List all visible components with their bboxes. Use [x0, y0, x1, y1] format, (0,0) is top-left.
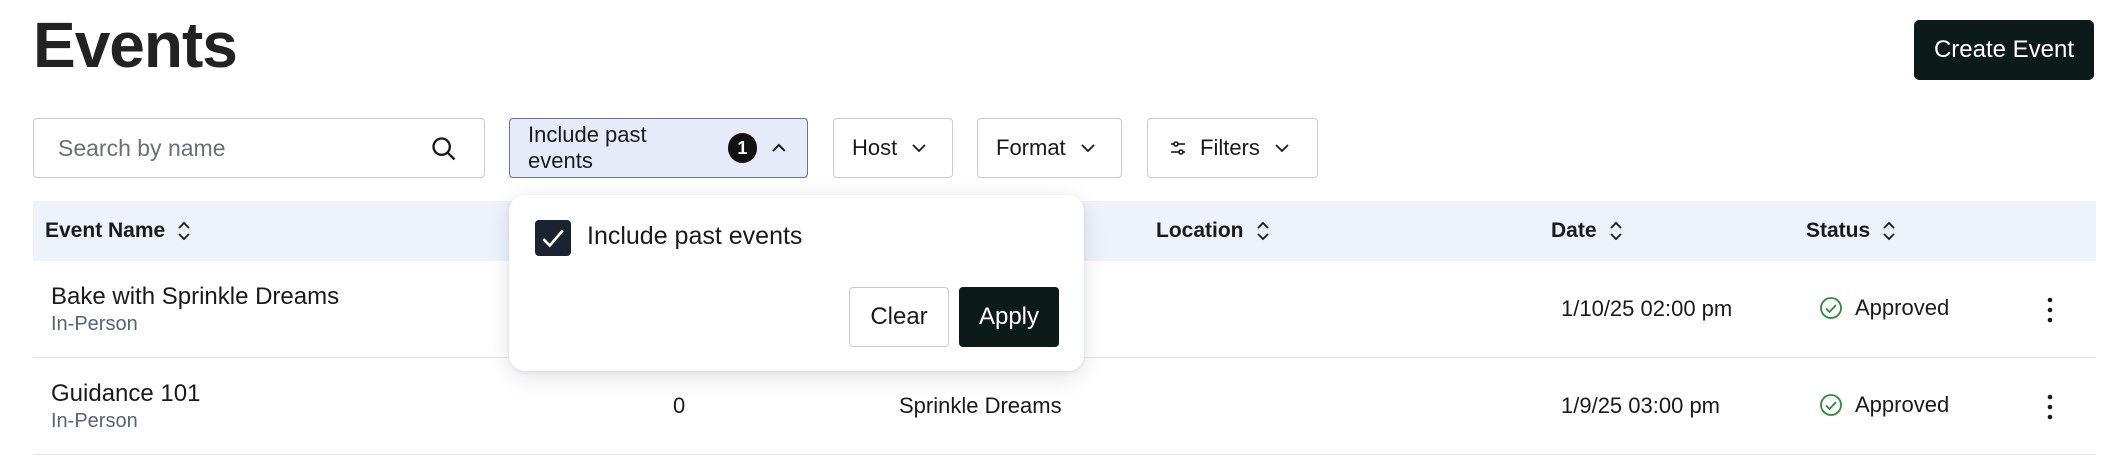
- format-filter-label: Format: [996, 135, 1066, 160]
- sort-icon[interactable]: [1882, 220, 1896, 242]
- status-badge: Approved: [1819, 295, 1949, 321]
- event-name[interactable]: Bake with Sprinkle Dreams: [51, 283, 339, 311]
- host-filter-label: Host: [852, 135, 898, 160]
- column-header-status[interactable]: Status: [1806, 201, 1896, 261]
- more-actions-icon[interactable]: [2044, 295, 2056, 325]
- table-row[interactable]: Guidance 101 In-Person 0 Sprinkle Dreams…: [33, 358, 2096, 455]
- more-filters-button[interactable]: Filters: [1147, 118, 1318, 178]
- check-circle-icon: [1820, 297, 1842, 319]
- clear-button[interactable]: Clear: [849, 287, 949, 347]
- check-circle-icon: [1820, 394, 1842, 416]
- filter-count-badge: 1: [727, 133, 758, 163]
- column-label: Location: [1156, 219, 1244, 242]
- include-past-events-checkbox[interactable]: [535, 220, 571, 256]
- event-host: Sprinkle Dreams: [899, 393, 1062, 418]
- column-label: Status: [1806, 219, 1871, 242]
- event-name-cell: Bake with Sprinkle Dreams In-Person: [51, 283, 339, 336]
- create-event-button[interactable]: Create Event: [1914, 20, 2094, 80]
- apply-button[interactable]: Apply: [959, 287, 1059, 347]
- chevron-down-icon: [1275, 144, 1289, 153]
- status-label: Approved: [1855, 392, 1950, 417]
- chevron-down-icon: [1081, 144, 1095, 153]
- sliders-icon: [1171, 141, 1185, 155]
- page-title: Events: [33, 9, 238, 81]
- search-input[interactable]: [58, 134, 418, 162]
- sort-icon[interactable]: [177, 220, 191, 242]
- sort-icon[interactable]: [1609, 220, 1623, 242]
- event-date: 1/10/25 02:00 pm: [1561, 296, 1733, 321]
- sort-icon[interactable]: [1256, 220, 1270, 242]
- format-filter[interactable]: Format: [977, 118, 1122, 178]
- status-label: Approved: [1855, 295, 1950, 320]
- event-date: 1/9/25 03:00 pm: [1561, 393, 1721, 418]
- column-label: Event Name: [45, 219, 166, 242]
- event-format: In-Person: [51, 410, 138, 432]
- column-header-location[interactable]: Location: [1156, 201, 1270, 261]
- more-actions-icon[interactable]: [2044, 392, 2056, 422]
- chevron-down-icon: [912, 144, 926, 153]
- chevron-up-icon: [772, 143, 786, 152]
- include-past-events-popover: Include past events Clear Apply: [509, 195, 1084, 371]
- more-filters-label: Filters: [1200, 135, 1260, 160]
- event-name[interactable]: Guidance 101: [51, 380, 200, 408]
- include-past-events-filter[interactable]: Include past events 1: [509, 118, 808, 178]
- host-filter[interactable]: Host: [833, 118, 953, 178]
- column-header-date[interactable]: Date: [1551, 201, 1623, 261]
- column-header-event-name[interactable]: Event Name: [45, 201, 191, 261]
- include-past-events-label: Include past events: [528, 122, 647, 173]
- column-label: Date: [1551, 219, 1597, 242]
- search-box[interactable]: [33, 118, 485, 178]
- status-badge: Approved: [1819, 392, 1949, 418]
- search-icon[interactable]: [430, 135, 458, 163]
- event-count: 0: [673, 393, 686, 418]
- event-format: In-Person: [51, 313, 138, 335]
- checkbox-label[interactable]: Include past events: [587, 222, 802, 251]
- checkmark-icon: [542, 229, 564, 248]
- event-name-cell: Guidance 101 In-Person: [51, 380, 200, 433]
